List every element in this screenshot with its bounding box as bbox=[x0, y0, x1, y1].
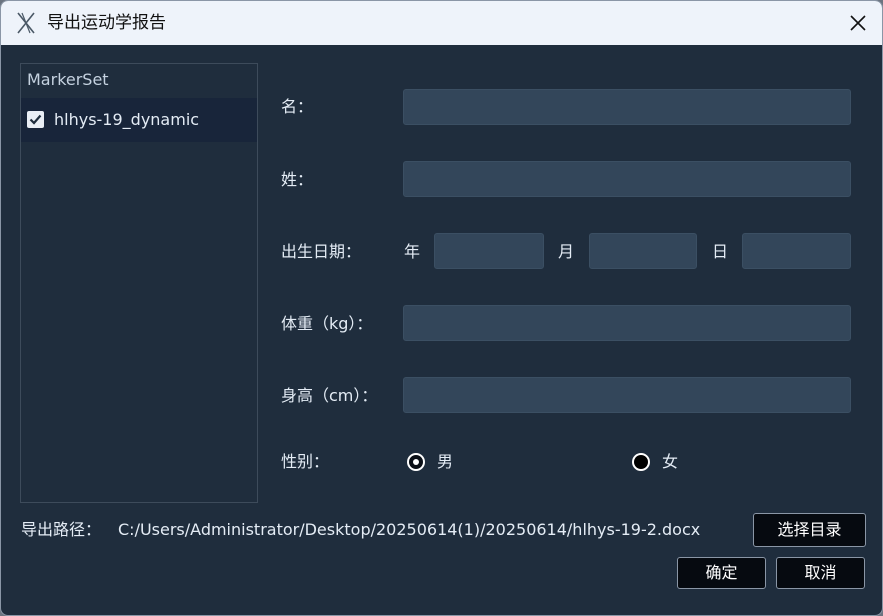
weight-input[interactable] bbox=[403, 305, 851, 341]
year-input[interactable] bbox=[434, 233, 544, 269]
day-label: 日 bbox=[712, 242, 729, 261]
year-label: 年 bbox=[404, 242, 421, 261]
close-icon bbox=[850, 15, 866, 31]
first-name-input[interactable] bbox=[403, 89, 851, 125]
gender-male-label: 男 bbox=[437, 452, 454, 471]
gender-female-label: 女 bbox=[662, 452, 679, 471]
export-path-label: 导出路径： bbox=[21, 520, 102, 539]
markerset-item-label: hlhys-19_dynamic bbox=[54, 110, 200, 129]
day-input[interactable] bbox=[742, 233, 851, 269]
markerset-item[interactable]: hlhys-19_dynamic bbox=[21, 98, 257, 142]
first-name-label: 名： bbox=[281, 97, 314, 116]
height-input[interactable] bbox=[403, 377, 851, 413]
height-label: 身高（cm）： bbox=[281, 386, 378, 405]
last-name-label: 姓： bbox=[281, 170, 314, 189]
month-label: 月 bbox=[558, 242, 575, 261]
export-path-value: C:/Users/Administrator/Desktop/20250614(… bbox=[118, 520, 701, 539]
markerset-panel: MarkerSet hlhys-19_dynamic bbox=[20, 63, 258, 503]
last-name-input[interactable] bbox=[403, 161, 851, 197]
gender-female-radio[interactable] bbox=[632, 453, 650, 471]
checkmark-icon bbox=[29, 114, 42, 125]
choose-directory-button[interactable]: 选择目录 bbox=[753, 513, 866, 547]
month-input[interactable] bbox=[589, 233, 697, 269]
gender-male-radio[interactable] bbox=[407, 453, 425, 471]
app-logo-icon bbox=[15, 11, 37, 35]
ok-button[interactable]: 确定 bbox=[677, 557, 766, 589]
close-button[interactable] bbox=[842, 7, 874, 39]
title-bar[interactable]: 导出运动学报告 bbox=[1, 1, 882, 45]
gender-label: 性别： bbox=[281, 452, 330, 471]
export-report-dialog: 导出运动学报告 MarkerSet hlhys-19_dynamic 名： 姓：… bbox=[0, 0, 883, 616]
markerset-item-checkbox[interactable] bbox=[27, 111, 44, 128]
dialog-title: 导出运动学报告 bbox=[47, 13, 166, 33]
markerset-header: MarkerSet bbox=[27, 70, 109, 89]
birth-date-label: 出生日期： bbox=[281, 242, 362, 261]
cancel-button[interactable]: 取消 bbox=[776, 557, 865, 589]
weight-label: 体重（kg）： bbox=[281, 314, 373, 333]
